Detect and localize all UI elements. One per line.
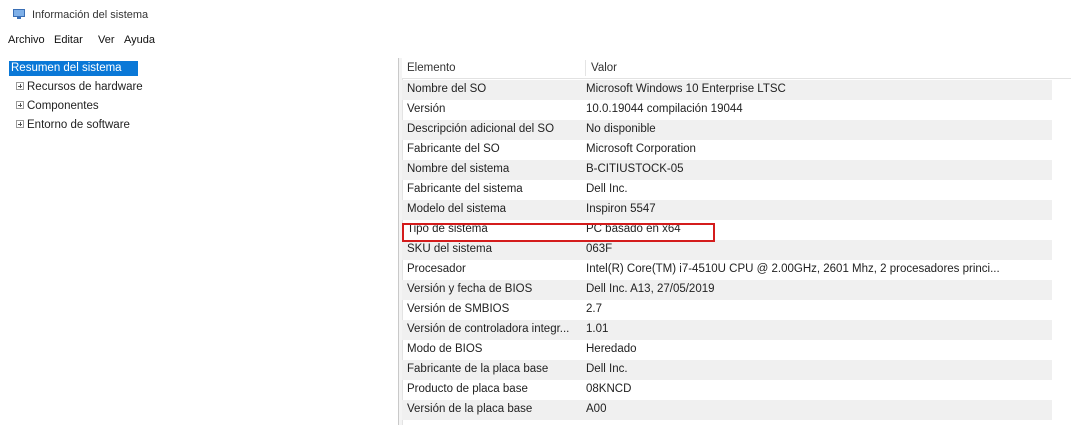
details-table: Elemento Valor Nombre del SO Microsoft Wi… xyxy=(402,58,1071,425)
tree-item-componentes[interactable]: Componentes xyxy=(16,100,99,112)
cell-elemento: Fabricante de la placa base xyxy=(407,363,549,375)
cell-valor: 1.01 xyxy=(586,323,609,335)
cell-valor: Microsoft Corporation xyxy=(586,143,696,155)
cell-elemento: Versión xyxy=(407,103,446,115)
window-title: Información del sistema xyxy=(32,9,149,21)
table-row[interactable]: Fabricante del SO Microsoft Corporation xyxy=(402,140,1052,160)
table-row[interactable]: Tipo de sistema PC basado en x64 xyxy=(402,220,1052,240)
cell-elemento: SKU del sistema xyxy=(407,243,493,255)
table-row[interactable]: Versión de la placa base A00 xyxy=(402,400,1052,420)
cell-elemento: Producto de placa base xyxy=(407,383,528,395)
table-row[interactable]: Nombre del SO Microsoft Windows 10 Enterp… xyxy=(402,80,1052,100)
cell-valor: Heredado xyxy=(586,343,637,355)
column-divider[interactable] xyxy=(585,60,586,76)
table-row[interactable]: Descripción adicional del SO No disponibl… xyxy=(402,120,1052,140)
cell-valor: 10.0.19044 compilación 19044 xyxy=(586,103,743,115)
cell-elemento: Versión y fecha de BIOS xyxy=(407,283,533,295)
cell-valor: A00 xyxy=(586,403,607,415)
system-information-icon xyxy=(13,9,25,19)
table-row[interactable]: Versión 10.0.19044 compilación 19044 xyxy=(402,100,1052,120)
menu-editar[interactable]: Editar xyxy=(54,34,83,46)
column-header-elemento[interactable]: Elemento xyxy=(407,62,456,74)
table-row[interactable]: Versión y fecha de BIOS Dell Inc. A13, 27… xyxy=(402,280,1052,300)
table-row[interactable]: Producto de placa base 08KNCD xyxy=(402,380,1052,400)
cell-valor: Intel(R) Core(TM) i7-4510U CPU @ 2.00GHz… xyxy=(586,263,1000,275)
menu-ayuda[interactable]: Ayuda xyxy=(124,34,155,46)
menu-ver[interactable]: Ver xyxy=(98,34,115,46)
cell-elemento: Nombre del sistema xyxy=(407,163,510,175)
cell-valor: 063F xyxy=(586,243,613,255)
column-header-valor[interactable]: Valor xyxy=(591,62,617,74)
cell-elemento: Fabricante del sistema xyxy=(407,183,523,195)
expand-icon[interactable] xyxy=(16,101,24,109)
cell-valor: Dell Inc. xyxy=(586,363,628,375)
cell-elemento: Modelo del sistema xyxy=(407,203,507,215)
table-header: Elemento Valor xyxy=(402,58,1071,79)
table-row[interactable]: Versión de SMBIOS 2.7 xyxy=(402,300,1052,320)
cell-elemento: Fabricante del SO xyxy=(407,143,500,155)
table-row[interactable]: Procesador Intel(R) Core(TM) i7-4510U CPU… xyxy=(402,260,1052,280)
table-row[interactable]: Versión de controladora integr... 1.01 xyxy=(402,320,1052,340)
cell-elemento: Descripción adicional del SO xyxy=(407,123,555,135)
cell-valor: Inspiron 5547 xyxy=(586,203,656,215)
expand-icon[interactable] xyxy=(16,82,24,90)
cell-elemento: Procesador xyxy=(407,263,466,275)
tree-item-label: Recursos de hardware xyxy=(27,81,143,93)
tree-item-label: Componentes xyxy=(27,100,99,112)
cell-valor: 08KNCD xyxy=(586,383,632,395)
title-bar: Información del sistema xyxy=(0,0,1071,30)
menu-bar: Archivo Editar Ver Ayuda xyxy=(0,32,1071,50)
table-row[interactable]: Fabricante del sistema Dell Inc. xyxy=(402,180,1052,200)
tree-item-label: Entorno de software xyxy=(27,119,130,131)
cell-elemento: Versión de la placa base xyxy=(407,403,533,415)
menu-archivo[interactable]: Archivo xyxy=(8,34,45,46)
cell-elemento: Modo de BIOS xyxy=(407,343,483,355)
cell-valor: Microsoft Windows 10 Enterprise LTSC xyxy=(586,83,786,95)
cell-elemento: Versión de controladora integr... xyxy=(407,323,570,335)
table-row[interactable]: Fabricante de la placa base Dell Inc. xyxy=(402,360,1052,380)
expand-icon[interactable] xyxy=(16,120,24,128)
cell-elemento: Versión de SMBIOS xyxy=(407,303,510,315)
cell-valor: PC basado en x64 xyxy=(586,223,681,235)
category-tree: Resumen del sistema Recursos de hardware… xyxy=(0,58,400,425)
table-row[interactable]: Modelo del sistema Inspiron 5547 xyxy=(402,200,1052,220)
cell-elemento: Nombre del SO xyxy=(407,83,487,95)
cell-valor: B-CITIUSTOCK-05 xyxy=(586,163,684,175)
cell-valor: Dell Inc. A13, 27/05/2019 xyxy=(586,283,715,295)
cell-valor: No disponible xyxy=(586,123,656,135)
table-row[interactable]: SKU del sistema 063F xyxy=(402,240,1052,260)
table-row[interactable]: Nombre del sistema B-CITIUSTOCK-05 xyxy=(402,160,1052,180)
cell-elemento: Tipo de sistema xyxy=(407,223,488,235)
table-row[interactable]: Modo de BIOS Heredado xyxy=(402,340,1052,360)
cell-valor: Dell Inc. xyxy=(586,183,628,195)
tree-item-recursos-de-hardware[interactable]: Recursos de hardware xyxy=(16,81,143,93)
cell-valor: 2.7 xyxy=(586,303,602,315)
tree-item-entorno-de-software[interactable]: Entorno de software xyxy=(16,119,130,131)
tree-item-resumen-del-sistema[interactable]: Resumen del sistema xyxy=(9,61,138,76)
